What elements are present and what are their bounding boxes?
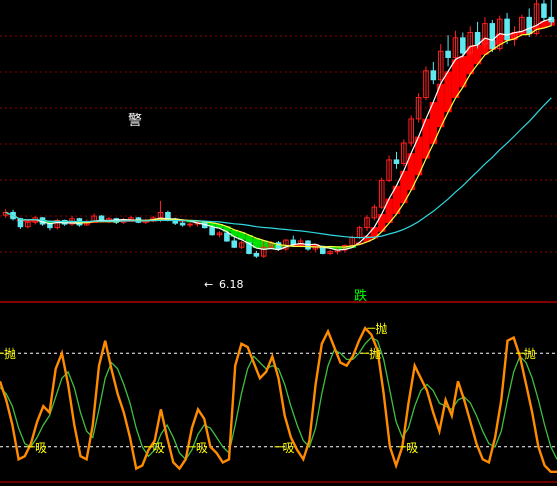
- candle-body: [541, 3, 547, 18]
- sell-mark: 抛: [524, 346, 536, 361]
- buy-mark: 吸: [283, 441, 295, 455]
- chart-window: 抛吸吸吸吸抛抛吸抛 警 ← 6.18 跌: [0, 0, 557, 486]
- oscillator-slow-line: [0, 336, 557, 461]
- candle-body: [209, 227, 215, 236]
- fall-mark: 跌: [354, 288, 367, 304]
- ma-long-line: [5, 97, 552, 239]
- candle-body: [526, 16, 532, 34]
- candle-body: [224, 232, 230, 242]
- trend-band: [9, 18, 555, 251]
- candle-body: [253, 252, 260, 257]
- low-arrow: ←: [204, 278, 213, 291]
- candlestick-chart: 抛吸吸吸吸抛抛吸抛 警 ← 6.18 跌: [0, 0, 557, 483]
- candle-body: [430, 70, 437, 81]
- candle-body: [474, 32, 481, 45]
- buy-mark: 吸: [35, 441, 47, 455]
- sell-mark: 抛: [375, 321, 387, 336]
- candle-body: [460, 37, 466, 54]
- candle-body: [187, 223, 193, 226]
- candle-body: [445, 50, 451, 58]
- buy-mark: 吸: [153, 441, 165, 455]
- sell-mark: 抛: [369, 346, 381, 361]
- oscillator-fast-line: [0, 326, 557, 473]
- candle-body: [179, 222, 186, 226]
- candle-body: [393, 159, 400, 164]
- oscillator-annotations: 抛吸吸吸吸抛抛吸抛: [0, 321, 536, 455]
- buy-mark: 吸: [196, 441, 208, 455]
- oscillator-lines: [0, 326, 557, 473]
- candle-body: [489, 23, 496, 50]
- candle-body: [504, 18, 510, 41]
- candles: [2, 0, 555, 258]
- sell-mark: 抛: [4, 346, 16, 361]
- candle-body: [47, 223, 53, 229]
- trend-band-segment: [451, 59, 460, 98]
- buy-mark: 吸: [406, 441, 418, 455]
- oscillator-gridlines: [0, 352, 557, 483]
- candle-body: [231, 240, 238, 248]
- low-price-label: 6.18: [219, 278, 244, 291]
- warning-label: 警: [128, 113, 142, 129]
